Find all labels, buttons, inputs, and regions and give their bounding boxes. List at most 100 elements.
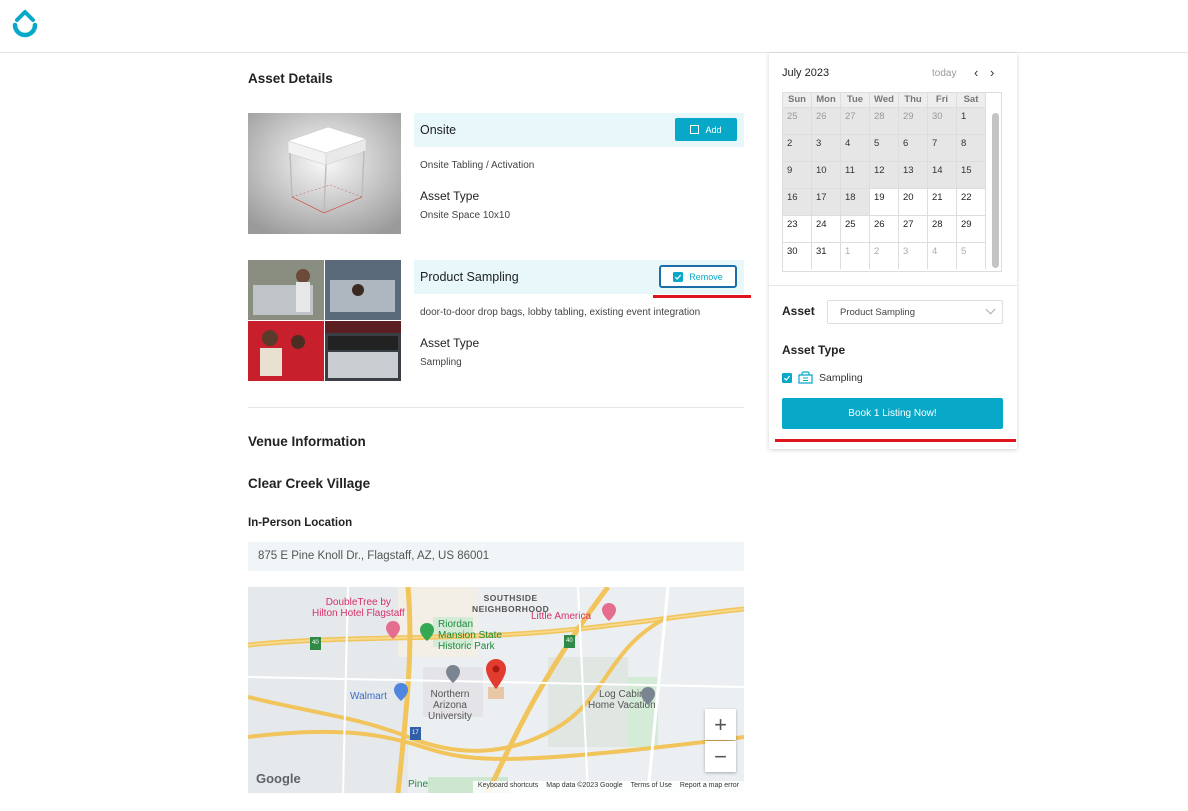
remove-button-label: Remove bbox=[689, 271, 723, 282]
calendar-day[interactable]: 29 bbox=[899, 107, 928, 134]
weekday-wed: Wed bbox=[870, 93, 899, 107]
location-label: In-Person Location bbox=[248, 517, 353, 529]
calendar-day[interactable]: 26 bbox=[870, 215, 899, 242]
calendar-day[interactable]: 12 bbox=[870, 161, 899, 188]
calendar-day[interactable]: 2 bbox=[783, 134, 812, 161]
asset-image-sampling-collage bbox=[248, 260, 401, 381]
booking-panel: July 2023 today ‹ › Sun Mon Tue Wed Thu Fri Sa… bbox=[769, 53, 1017, 449]
calendar-day[interactable]: 20 bbox=[899, 188, 928, 215]
calendar-day[interactable]: 4 bbox=[841, 134, 870, 161]
calendar-day[interactable]: 3 bbox=[899, 242, 928, 269]
logo-icon[interactable] bbox=[10, 8, 40, 40]
hotel-pin-icon-2[interactable] bbox=[602, 603, 616, 621]
calendar-day[interactable]: 1 bbox=[841, 242, 870, 269]
calendar-day[interactable]: 25 bbox=[841, 215, 870, 242]
section-title-asset-details: Asset Details bbox=[248, 71, 333, 86]
calendar-day[interactable]: 27 bbox=[899, 215, 928, 242]
calendar-day[interactable]: 5 bbox=[957, 242, 986, 269]
calendar-day[interactable]: 1 bbox=[957, 107, 986, 134]
terms-of-use-link[interactable]: Terms of Use bbox=[631, 782, 672, 792]
asset-type-option-label: Sampling bbox=[819, 371, 863, 384]
asset-header-product-sampling: Product Sampling Remove bbox=[414, 260, 744, 294]
calendar-month-title: July 2023 bbox=[782, 67, 830, 79]
calendar-prev-button[interactable]: ‹ bbox=[974, 65, 978, 80]
calendar-day[interactable]: 15 bbox=[957, 161, 986, 188]
calendar-day[interactable]: 5 bbox=[870, 134, 899, 161]
keyboard-shortcuts-link[interactable]: Keyboard shortcuts bbox=[478, 782, 538, 792]
calendar-day[interactable]: 30 bbox=[928, 107, 957, 134]
map-label-riordan: Riordan Mansion State Historic Park bbox=[438, 619, 502, 652]
calendar-day[interactable]: 18 bbox=[841, 188, 870, 215]
asset-type-value-product-sampling: Sampling bbox=[420, 357, 462, 368]
map-label-pine: Pine bbox=[408, 779, 429, 790]
location-field: 875 E Pine Knoll Dr., Flagstaff, AZ, US … bbox=[248, 542, 744, 571]
calendar-day[interactable]: 23 bbox=[783, 215, 812, 242]
calendar-day[interactable]: 9 bbox=[783, 161, 812, 188]
asset-select[interactable]: Product Sampling bbox=[827, 300, 1003, 324]
calendar-day[interactable]: 25 bbox=[783, 107, 812, 134]
calendar-day[interactable]: 6 bbox=[899, 134, 928, 161]
calendar-day[interactable]: 3 bbox=[812, 134, 841, 161]
calendar-day[interactable]: 21 bbox=[928, 188, 957, 215]
zoom-in-button[interactable]: + bbox=[705, 709, 736, 740]
calendar-day[interactable]: 22 bbox=[957, 188, 986, 215]
asset-type-option-sampling[interactable]: Sampling bbox=[782, 371, 863, 384]
calendar-day[interactable]: 28 bbox=[870, 107, 899, 134]
highway-shield-40-east: 40 bbox=[564, 635, 575, 648]
map-label-walmart: Walmart bbox=[350, 691, 387, 702]
asset-select-label: Asset bbox=[782, 304, 815, 318]
section-title-venue: Venue Information bbox=[248, 434, 366, 449]
zoom-out-button[interactable]: − bbox=[705, 741, 736, 772]
weekday-sun: Sun bbox=[783, 93, 812, 107]
calendar-day[interactable]: 29 bbox=[957, 215, 986, 242]
weekday-sat: Sat bbox=[957, 93, 986, 107]
venue-map[interactable]: DoubleTree by Hilton Hotel Flagstaff SOU… bbox=[248, 587, 744, 793]
asset-title-onsite: Onsite bbox=[420, 123, 457, 137]
calendar-day[interactable]: 8 bbox=[957, 134, 986, 161]
calendar-day[interactable]: 27 bbox=[841, 107, 870, 134]
calendar-day[interactable]: 17 bbox=[812, 188, 841, 215]
calendar-scrollbar[interactable] bbox=[992, 113, 999, 268]
report-map-error-link[interactable]: Report a map error bbox=[680, 782, 739, 792]
asset-title-product-sampling: Product Sampling bbox=[420, 270, 519, 284]
venue-name: Clear Creek Village bbox=[248, 476, 371, 491]
calendar-day[interactable]: 13 bbox=[899, 161, 928, 188]
highway-shield-40-west: 40 bbox=[310, 637, 321, 650]
calendar-day[interactable]: 14 bbox=[928, 161, 957, 188]
calendar-day[interactable]: 31 bbox=[812, 242, 841, 269]
sampling-bag-icon bbox=[798, 371, 813, 384]
asset-type-value-onsite: Onsite Space 10x10 bbox=[420, 210, 511, 221]
weekday-tue: Tue bbox=[841, 93, 870, 107]
calendar-day[interactable]: 10 bbox=[812, 161, 841, 188]
add-button-label: Add bbox=[705, 124, 722, 135]
remove-button[interactable]: Remove bbox=[659, 265, 737, 288]
shopping-pin-icon[interactable] bbox=[394, 683, 408, 701]
lodging-pin-icon[interactable] bbox=[641, 687, 655, 705]
calendar-today-button[interactable]: today bbox=[932, 68, 956, 79]
calendar-day[interactable]: 2 bbox=[870, 242, 899, 269]
google-logo: Google bbox=[256, 771, 301, 786]
calendar-day[interactable]: 24 bbox=[812, 215, 841, 242]
add-button[interactable]: Add bbox=[675, 118, 737, 141]
calendar-day[interactable]: 11 bbox=[841, 161, 870, 188]
calendar-day[interactable]: 16 bbox=[783, 188, 812, 215]
calendar-day[interactable]: 26 bbox=[812, 107, 841, 134]
checkbox-empty-icon bbox=[690, 125, 700, 134]
asset-type-heading: Asset Type bbox=[782, 343, 846, 357]
calendar-day[interactable]: 30 bbox=[783, 242, 812, 269]
checkbox-checked-icon[interactable] bbox=[782, 372, 792, 383]
weekday-fri: Fri bbox=[928, 93, 957, 107]
calendar-day[interactable]: 19 bbox=[870, 188, 899, 215]
calendar-day[interactable]: 28 bbox=[928, 215, 957, 242]
school-pin-icon[interactable] bbox=[446, 665, 460, 683]
asset-description-onsite: Onsite Tabling / Activation bbox=[420, 160, 535, 171]
checkbox-checked-icon bbox=[673, 271, 684, 282]
calendar-next-button[interactable]: › bbox=[990, 65, 994, 80]
hotel-pin-icon[interactable] bbox=[386, 621, 400, 639]
calendar-day[interactable]: 4 bbox=[928, 242, 957, 269]
park-pin-icon[interactable] bbox=[420, 623, 434, 641]
calendar-day[interactable]: 7 bbox=[928, 134, 957, 161]
highlight-underline-remove bbox=[653, 295, 751, 298]
venue-location-pin-icon[interactable] bbox=[486, 659, 506, 689]
book-listing-button[interactable]: Book 1 Listing Now! bbox=[782, 398, 1003, 429]
